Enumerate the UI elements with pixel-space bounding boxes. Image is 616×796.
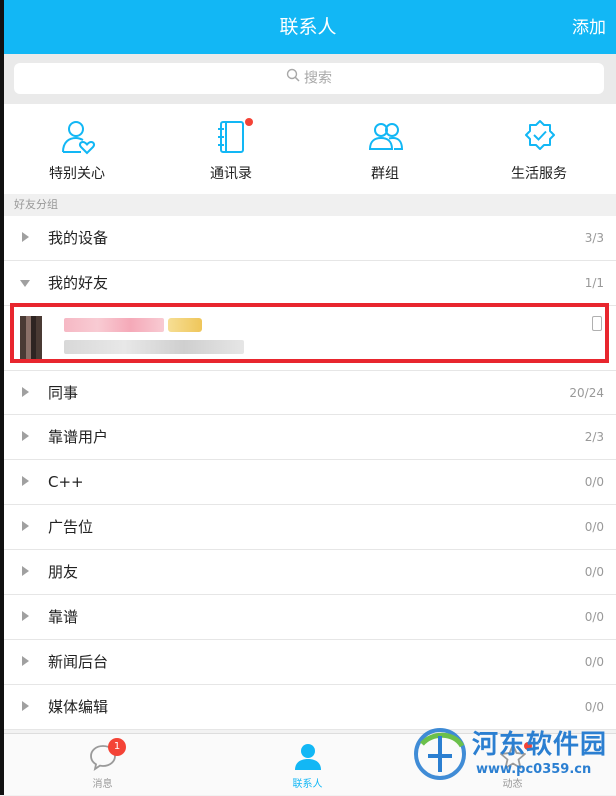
group-row-reliable-users[interactable]: 靠谱用户 2/3	[0, 415, 616, 460]
chevron-right-icon	[22, 387, 29, 397]
tab-messages[interactable]: 1 消息	[0, 734, 205, 796]
quick-link-contacts[interactable]: 通讯录	[154, 104, 308, 194]
quick-link-special-care[interactable]: 特别关心	[0, 104, 154, 194]
group-row-my-friends[interactable]: 我的好友 1/1	[0, 261, 616, 306]
group-row-ad-slots[interactable]: 广告位 0/0	[0, 505, 616, 550]
chevron-right-icon	[22, 431, 29, 441]
group-count: 0/0	[584, 565, 604, 579]
search-bar: 搜索	[0, 54, 616, 104]
title-bar: 联系人 添加	[0, 0, 616, 54]
group-name: 同事	[48, 384, 79, 402]
group-row-cpp[interactable]: C++ 0/0	[0, 460, 616, 505]
group-row-my-devices[interactable]: 我的设备 3/3	[0, 216, 616, 261]
section-header: 好友分组	[0, 194, 616, 216]
group-count: 2/3	[584, 430, 604, 444]
group-row-friends[interactable]: 朋友 0/0	[0, 550, 616, 595]
group-name: 媒体编辑	[48, 698, 109, 716]
verified-badge-icon	[521, 118, 559, 156]
watermark: 河东软件园 www.pc0359.cn	[410, 718, 616, 790]
group-row-news-backend[interactable]: 新闻后台 0/0	[0, 640, 616, 685]
chevron-right-icon	[22, 611, 29, 621]
group-count: 0/0	[584, 520, 604, 534]
window-edge	[0, 0, 4, 795]
group-name: 新闻后台	[48, 653, 109, 671]
quick-link-groups[interactable]: 群组	[308, 104, 462, 194]
group-name: 靠谱	[48, 608, 79, 626]
quick-link-label: 通讯录	[210, 166, 252, 182]
person-icon	[293, 742, 323, 772]
watermark-title: 河东软件园	[472, 730, 608, 760]
new-contact-dot	[245, 118, 253, 126]
tab-contacts[interactable]: 联系人	[205, 734, 410, 796]
group-name: 朋友	[48, 563, 79, 581]
group-count: 0/0	[584, 655, 604, 669]
page-title: 联系人	[279, 16, 337, 38]
group-count: 3/3	[584, 231, 604, 245]
search-input[interactable]: 搜索	[14, 63, 604, 94]
group-count: 20/24	[569, 386, 604, 400]
watermark-logo-icon	[414, 728, 466, 780]
search-placeholder: 搜索	[304, 70, 332, 87]
quick-links: 特别关心 通讯录 群组 生活服务	[0, 104, 616, 194]
group-name: 我的设备	[48, 229, 109, 247]
add-button[interactable]: 添加	[572, 0, 606, 56]
group-name: 广告位	[48, 518, 94, 536]
friend-group-list: 我的设备 3/3 我的好友 1/1 同事 20/24 靠谱用户 2/3 C++ …	[0, 216, 616, 730]
group-name: 我的好友	[48, 274, 109, 292]
chevron-right-icon	[22, 476, 29, 486]
unread-badge: 1	[108, 738, 126, 756]
highlight-frame	[10, 303, 609, 363]
tab-label: 联系人	[292, 779, 323, 790]
group-row-reliable[interactable]: 靠谱 0/0	[0, 595, 616, 640]
group-name: C++	[48, 473, 84, 491]
group-row-colleagues[interactable]: 同事 20/24	[0, 370, 616, 415]
search-icon	[286, 63, 300, 94]
quick-link-label: 特别关心	[49, 166, 105, 182]
quick-link-label: 群组	[371, 166, 399, 182]
watermark-url: www.pc0359.cn	[476, 762, 592, 777]
chevron-right-icon	[22, 232, 29, 242]
group-count: 0/0	[584, 475, 604, 489]
chevron-down-icon	[20, 280, 30, 287]
chevron-right-icon	[22, 701, 29, 711]
group-count: 0/0	[584, 610, 604, 624]
group-name: 靠谱用户	[48, 428, 109, 446]
chevron-right-icon	[22, 566, 29, 576]
group-icon	[367, 118, 405, 156]
group-count: 1/1	[584, 276, 604, 290]
person-heart-icon	[59, 118, 97, 156]
chevron-right-icon	[22, 521, 29, 531]
chevron-right-icon	[22, 656, 29, 666]
tab-label: 消息	[92, 779, 113, 790]
quick-link-label: 生活服务	[511, 166, 567, 182]
quick-link-life-services[interactable]: 生活服务	[462, 104, 616, 194]
